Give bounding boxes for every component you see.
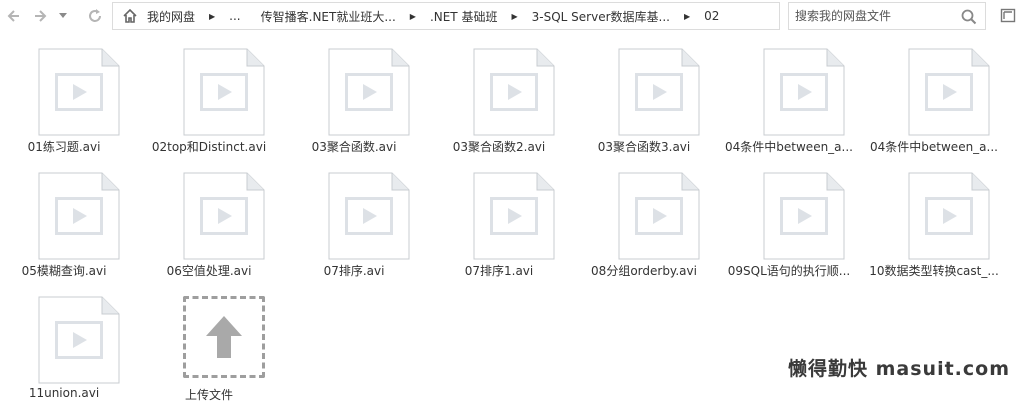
video-file-icon — [38, 48, 120, 136]
breadcrumb-separator-icon[interactable]: ▶ — [402, 12, 424, 21]
file-name: 07排序.avi — [323, 264, 385, 278]
breadcrumb-separator-icon[interactable]: ▶ — [201, 12, 223, 21]
search-box — [788, 2, 986, 30]
video-file-icon — [473, 172, 555, 260]
search-input[interactable] — [789, 9, 949, 23]
video-file-icon — [908, 172, 990, 260]
breadcrumb-item-root[interactable]: 我的网盘 — [141, 8, 201, 25]
breadcrumb-separator-icon[interactable]: ▶ — [503, 12, 525, 21]
search-icon[interactable] — [961, 9, 977, 25]
video-file-icon — [763, 172, 845, 260]
video-file-icon — [183, 48, 265, 136]
file-name: 03聚合函数.avi — [311, 140, 397, 154]
file-item[interactable]: 09SQL语句的执行顺... — [719, 166, 859, 286]
file-name: 04条件中between_a... — [870, 140, 998, 154]
breadcrumb-item-sql[interactable]: 3-SQL Server数据库基... — [526, 8, 676, 25]
file-name: 10数据类型转换cast_... — [869, 264, 999, 278]
file-item[interactable]: 10数据类型转换cast_... — [864, 166, 1004, 286]
upload-dropzone[interactable] — [183, 296, 265, 378]
file-name: 01练习题.avi — [27, 140, 101, 154]
file-name: 09SQL语句的执行顺... — [727, 264, 851, 278]
file-item[interactable]: 04条件中between_a... — [719, 42, 859, 162]
file-name: 03聚合函数3.avi — [597, 140, 691, 154]
expand-window-icon[interactable] — [1000, 7, 1016, 23]
refresh-icon[interactable] — [84, 5, 106, 27]
video-file-icon — [38, 296, 120, 384]
file-name: 04条件中between_a... — [725, 140, 853, 154]
file-item[interactable]: 01练习题.avi — [0, 42, 134, 162]
video-file-icon — [618, 172, 700, 260]
chevron-down-icon[interactable] — [56, 5, 70, 27]
video-file-icon — [763, 48, 845, 136]
file-name: 05模糊查询.avi — [21, 264, 107, 278]
file-item[interactable]: 06空值处理.avi — [139, 166, 279, 286]
video-file-icon — [183, 172, 265, 260]
arrow-right-icon[interactable] — [30, 5, 52, 27]
file-name: 07排序1.avi — [464, 264, 534, 278]
upload-button[interactable]: 上传文件 — [139, 290, 279, 410]
video-file-icon — [908, 48, 990, 136]
file-item[interactable]: 07排序1.avi — [429, 166, 569, 286]
upload-arrow-icon — [206, 316, 242, 358]
file-item[interactable]: 11union.avi — [0, 290, 134, 410]
upload-label: 上传文件 — [184, 388, 233, 402]
video-file-icon — [328, 172, 410, 260]
file-item[interactable]: 05模糊查询.avi — [0, 166, 134, 286]
video-file-icon — [473, 48, 555, 136]
file-item[interactable]: 03聚合函数3.avi — [574, 42, 714, 162]
home-icon[interactable] — [119, 3, 141, 29]
file-name: 06空值处理.avi — [166, 264, 252, 278]
breadcrumb-item-ellipsis[interactable]: ... — [223, 9, 246, 23]
file-name: 11union.avi — [28, 386, 100, 400]
file-item[interactable]: 07排序.avi — [284, 166, 424, 286]
file-item[interactable]: 02top和Distinct.avi — [139, 42, 279, 162]
file-name: 08分组orderby.avi — [591, 264, 697, 278]
breadcrumb: 我的网盘 ▶ ... 传智播客.NET就业班大... ▶ .NET 基础班 ▶ … — [112, 2, 780, 30]
breadcrumb-item-course[interactable]: 传智播客.NET就业班大... — [255, 8, 402, 25]
arrow-left-icon[interactable] — [2, 5, 24, 27]
breadcrumb-item-current[interactable]: 02 — [698, 9, 725, 23]
file-name: 03聚合函数2.avi — [452, 140, 546, 154]
toolbar: 我的网盘 ▶ ... 传智播客.NET就业班大... ▶ .NET 基础班 ▶ … — [0, 0, 1031, 34]
video-file-icon — [618, 48, 700, 136]
file-item[interactable]: 08分组orderby.avi — [574, 166, 714, 286]
video-file-icon — [328, 48, 410, 136]
file-item[interactable]: 04条件中between_a... — [864, 42, 1004, 162]
file-item[interactable]: 03聚合函数.avi — [284, 42, 424, 162]
file-name: 02top和Distinct.avi — [151, 140, 267, 154]
video-file-icon — [38, 172, 120, 260]
breadcrumb-separator-icon[interactable]: ▶ — [676, 12, 698, 21]
breadcrumb-item-basic[interactable]: .NET 基础班 — [424, 8, 504, 25]
file-item[interactable]: 03聚合函数2.avi — [429, 42, 569, 162]
watermark: 懒得勤快 masuit.com — [788, 358, 1010, 380]
